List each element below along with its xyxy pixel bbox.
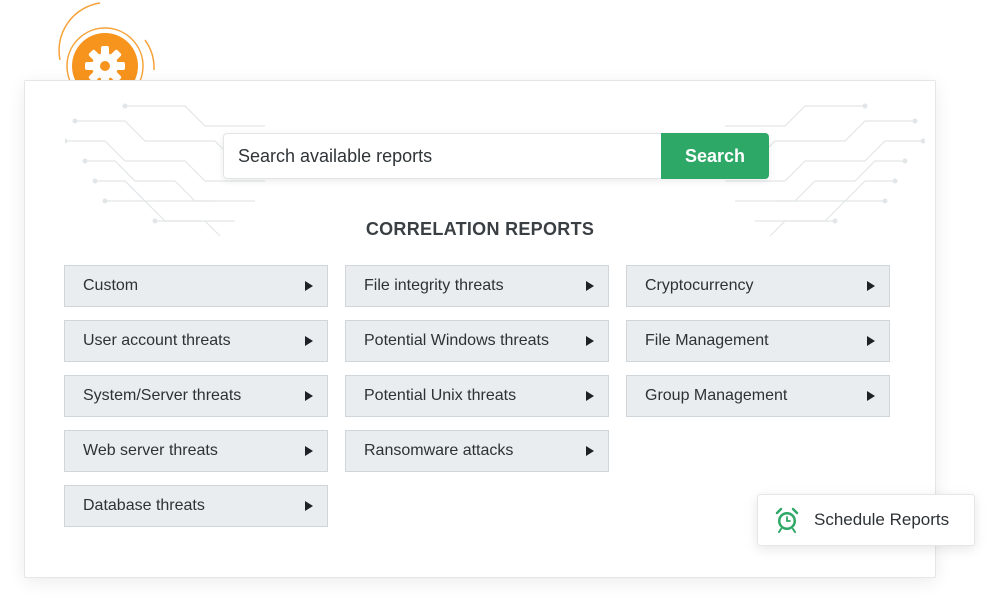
report-category-label: Database threats: [83, 497, 205, 514]
report-category-potential-unix-threats[interactable]: Potential Unix threats: [345, 375, 609, 417]
caret-right-icon: [586, 281, 594, 291]
report-category-label: File integrity threats: [364, 277, 504, 294]
report-category-label: Potential Windows threats: [364, 332, 549, 349]
schedule-reports-button[interactable]: Schedule Reports: [757, 494, 975, 546]
report-category-label: Group Management: [645, 387, 788, 404]
caret-right-icon: [305, 501, 313, 511]
report-category-user-account-threats[interactable]: User account threats: [64, 320, 328, 362]
caret-right-icon: [586, 446, 594, 456]
report-category-label: Web server threats: [83, 442, 218, 459]
report-category-label: Ransomware attacks: [364, 442, 514, 459]
report-category-group-management[interactable]: Group Management: [626, 375, 890, 417]
stage: Search CORRELATION REPORTS Custom User a…: [0, 0, 1000, 601]
caret-right-icon: [867, 336, 875, 346]
report-category-file-management[interactable]: File Management: [626, 320, 890, 362]
report-category-potential-windows-threats[interactable]: Potential Windows threats: [345, 320, 609, 362]
schedule-reports-label: Schedule Reports: [814, 510, 950, 529]
report-category-system-server-threats[interactable]: System/Server threats: [64, 375, 328, 417]
search-button[interactable]: Search: [661, 133, 769, 179]
caret-right-icon: [305, 281, 313, 291]
report-category-label: Custom: [83, 277, 139, 294]
report-category-cryptocurrency[interactable]: Cryptocurrency: [626, 265, 890, 307]
report-category-database-threats[interactable]: Database threats: [64, 485, 328, 527]
search-input[interactable]: [223, 133, 661, 179]
caret-right-icon: [305, 336, 313, 346]
caret-right-icon: [586, 336, 594, 346]
caret-right-icon: [305, 446, 313, 456]
report-category-label: Cryptocurrency: [645, 277, 754, 294]
report-category-custom[interactable]: Custom: [64, 265, 328, 307]
section-title: CORRELATION REPORTS: [365, 219, 595, 239]
report-category-label: User account threats: [83, 332, 231, 349]
caret-right-icon: [867, 391, 875, 401]
caret-right-icon: [867, 281, 875, 291]
alarm-clock-icon: [775, 507, 799, 533]
report-category-label: File Management: [645, 332, 769, 349]
report-category-label: System/Server threats: [83, 387, 242, 404]
report-category-file-integrity-threats[interactable]: File integrity threats: [345, 265, 609, 307]
report-category-ransomware-attacks[interactable]: Ransomware attacks: [345, 430, 609, 472]
caret-right-icon: [586, 391, 594, 401]
caret-right-icon: [305, 391, 313, 401]
search-bar: Search: [223, 133, 769, 179]
report-category-label: Potential Unix threats: [364, 387, 517, 404]
report-category-web-server-threats[interactable]: Web server threats: [64, 430, 328, 472]
